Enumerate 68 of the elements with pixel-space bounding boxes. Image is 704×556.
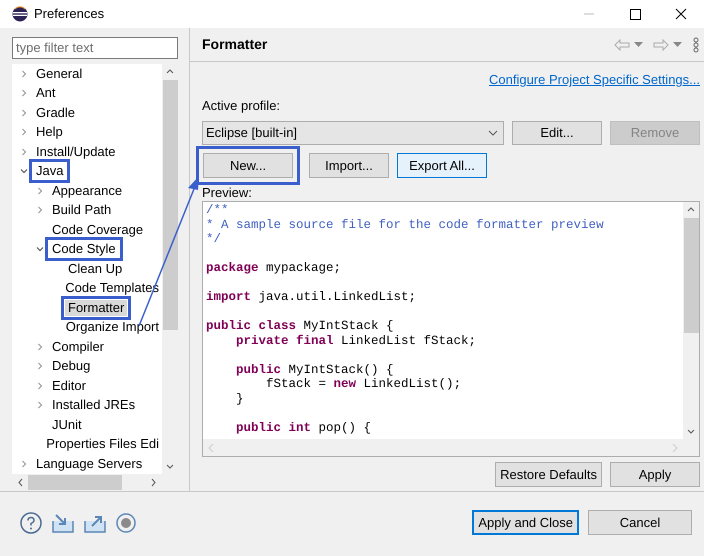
chevron-right-icon[interactable]: [36, 382, 44, 390]
tree-item[interactable]: General: [33, 66, 86, 82]
code-line: fStack = new LinkedList();: [265, 377, 462, 392]
tree-item[interactable]: JUnit: [49, 416, 85, 433]
chevron-right-icon[interactable]: [20, 70, 28, 78]
chevron-right-icon[interactable]: [20, 89, 28, 98]
code-line: private final LinkedList fStack;: [235, 334, 476, 348]
chevron-right-icon[interactable]: [36, 401, 44, 410]
tree-item[interactable]: Ant: [33, 85, 59, 102]
code-line: public int pop() {: [235, 420, 372, 435]
code-line: }: [235, 392, 244, 406]
profile-action-button[interactable]: New...: [203, 153, 293, 178]
profile-action-button[interactable]: Import...: [309, 153, 389, 178]
chevron-down-icon[interactable]: [36, 245, 44, 254]
chevron-right-icon[interactable]: [20, 148, 28, 156]
tree-item[interactable]: Properties Files Edi: [43, 436, 162, 452]
window-title: Preferences: [34, 5, 104, 24]
tree-item[interactable]: Formatter: [65, 300, 128, 316]
profile-label: Active profile:: [202, 96, 282, 115]
page-button[interactable]: Apply: [610, 462, 700, 487]
chevron-right-icon[interactable]: [20, 108, 28, 117]
dialog-button[interactable]: Cancel: [588, 510, 692, 535]
tree-item[interactable]: Debug: [49, 358, 94, 374]
page-button[interactable]: Restore Defaults: [495, 462, 602, 487]
profile-button[interactable]: Edit...: [512, 121, 602, 145]
chevron-down-icon[interactable]: [20, 167, 28, 176]
code-line: public class MyIntStack {: [206, 319, 394, 334]
import-icon[interactable]: [52, 512, 74, 532]
tree-item[interactable]: Build Path: [49, 202, 114, 218]
tree-item[interactable]: Gradle: [33, 104, 78, 121]
code-line: * A sample source file for the code formatter preview: [206, 218, 604, 232]
code-line: public MyIntStack() {: [235, 362, 394, 377]
page-title: Formatter: [202, 35, 268, 54]
dialog-button[interactable]: Apply and Close: [472, 510, 579, 535]
filter-field[interactable]: type filter text: [12, 37, 178, 59]
dropdown-icon[interactable]: [673, 42, 682, 48]
tree-item[interactable]: Install/Update: [33, 144, 118, 160]
help-icon[interactable]: [20, 512, 42, 534]
tree-item[interactable]: Organize Import: [62, 319, 162, 336]
tree-item[interactable]: Code Coverage: [49, 222, 146, 238]
dropdown-icon[interactable]: [634, 42, 643, 48]
preview-label: Preview:: [202, 186, 253, 200]
tree-item[interactable]: Help: [33, 124, 66, 140]
code-line: package mypackage;: [206, 261, 342, 276]
tree-item[interactable]: Installed JREs: [49, 397, 138, 414]
chevron-right-icon[interactable]: [20, 460, 28, 468]
menu-icon[interactable]: [692, 36, 700, 52]
tree-item[interactable]: Editor: [49, 378, 89, 394]
chevron-right-icon[interactable]: [36, 362, 44, 370]
project-settings-link[interactable]: Configure Project Specific Settings...: [489, 70, 700, 90]
code-line: import java.util.LinkedList;: [206, 290, 416, 304]
chevron-right-icon[interactable]: [36, 186, 44, 195]
tree-item[interactable]: Clean Up: [65, 260, 126, 277]
code-line: /**: [206, 203, 229, 218]
profile-dropdown[interactable]: Eclipse [built-in]: [202, 121, 504, 145]
chevron-down-icon: [488, 130, 498, 136]
forward-arrow-icon[interactable]: [653, 38, 669, 50]
chevron-right-icon[interactable]: [20, 128, 28, 136]
profile-action-button[interactable]: Export All...: [397, 153, 487, 178]
code-line: */: [206, 232, 222, 246]
app-logo-icon: [12, 6, 28, 22]
tree-item[interactable]: Compiler: [49, 338, 108, 355]
tree-item[interactable]: Language Servers: [33, 456, 146, 472]
back-arrow-icon[interactable]: [614, 38, 630, 50]
chevron-right-icon[interactable]: [36, 342, 44, 351]
tree-item[interactable]: Appearance: [49, 182, 126, 199]
chevron-right-icon[interactable]: [36, 206, 44, 214]
record-icon[interactable]: [116, 512, 136, 532]
